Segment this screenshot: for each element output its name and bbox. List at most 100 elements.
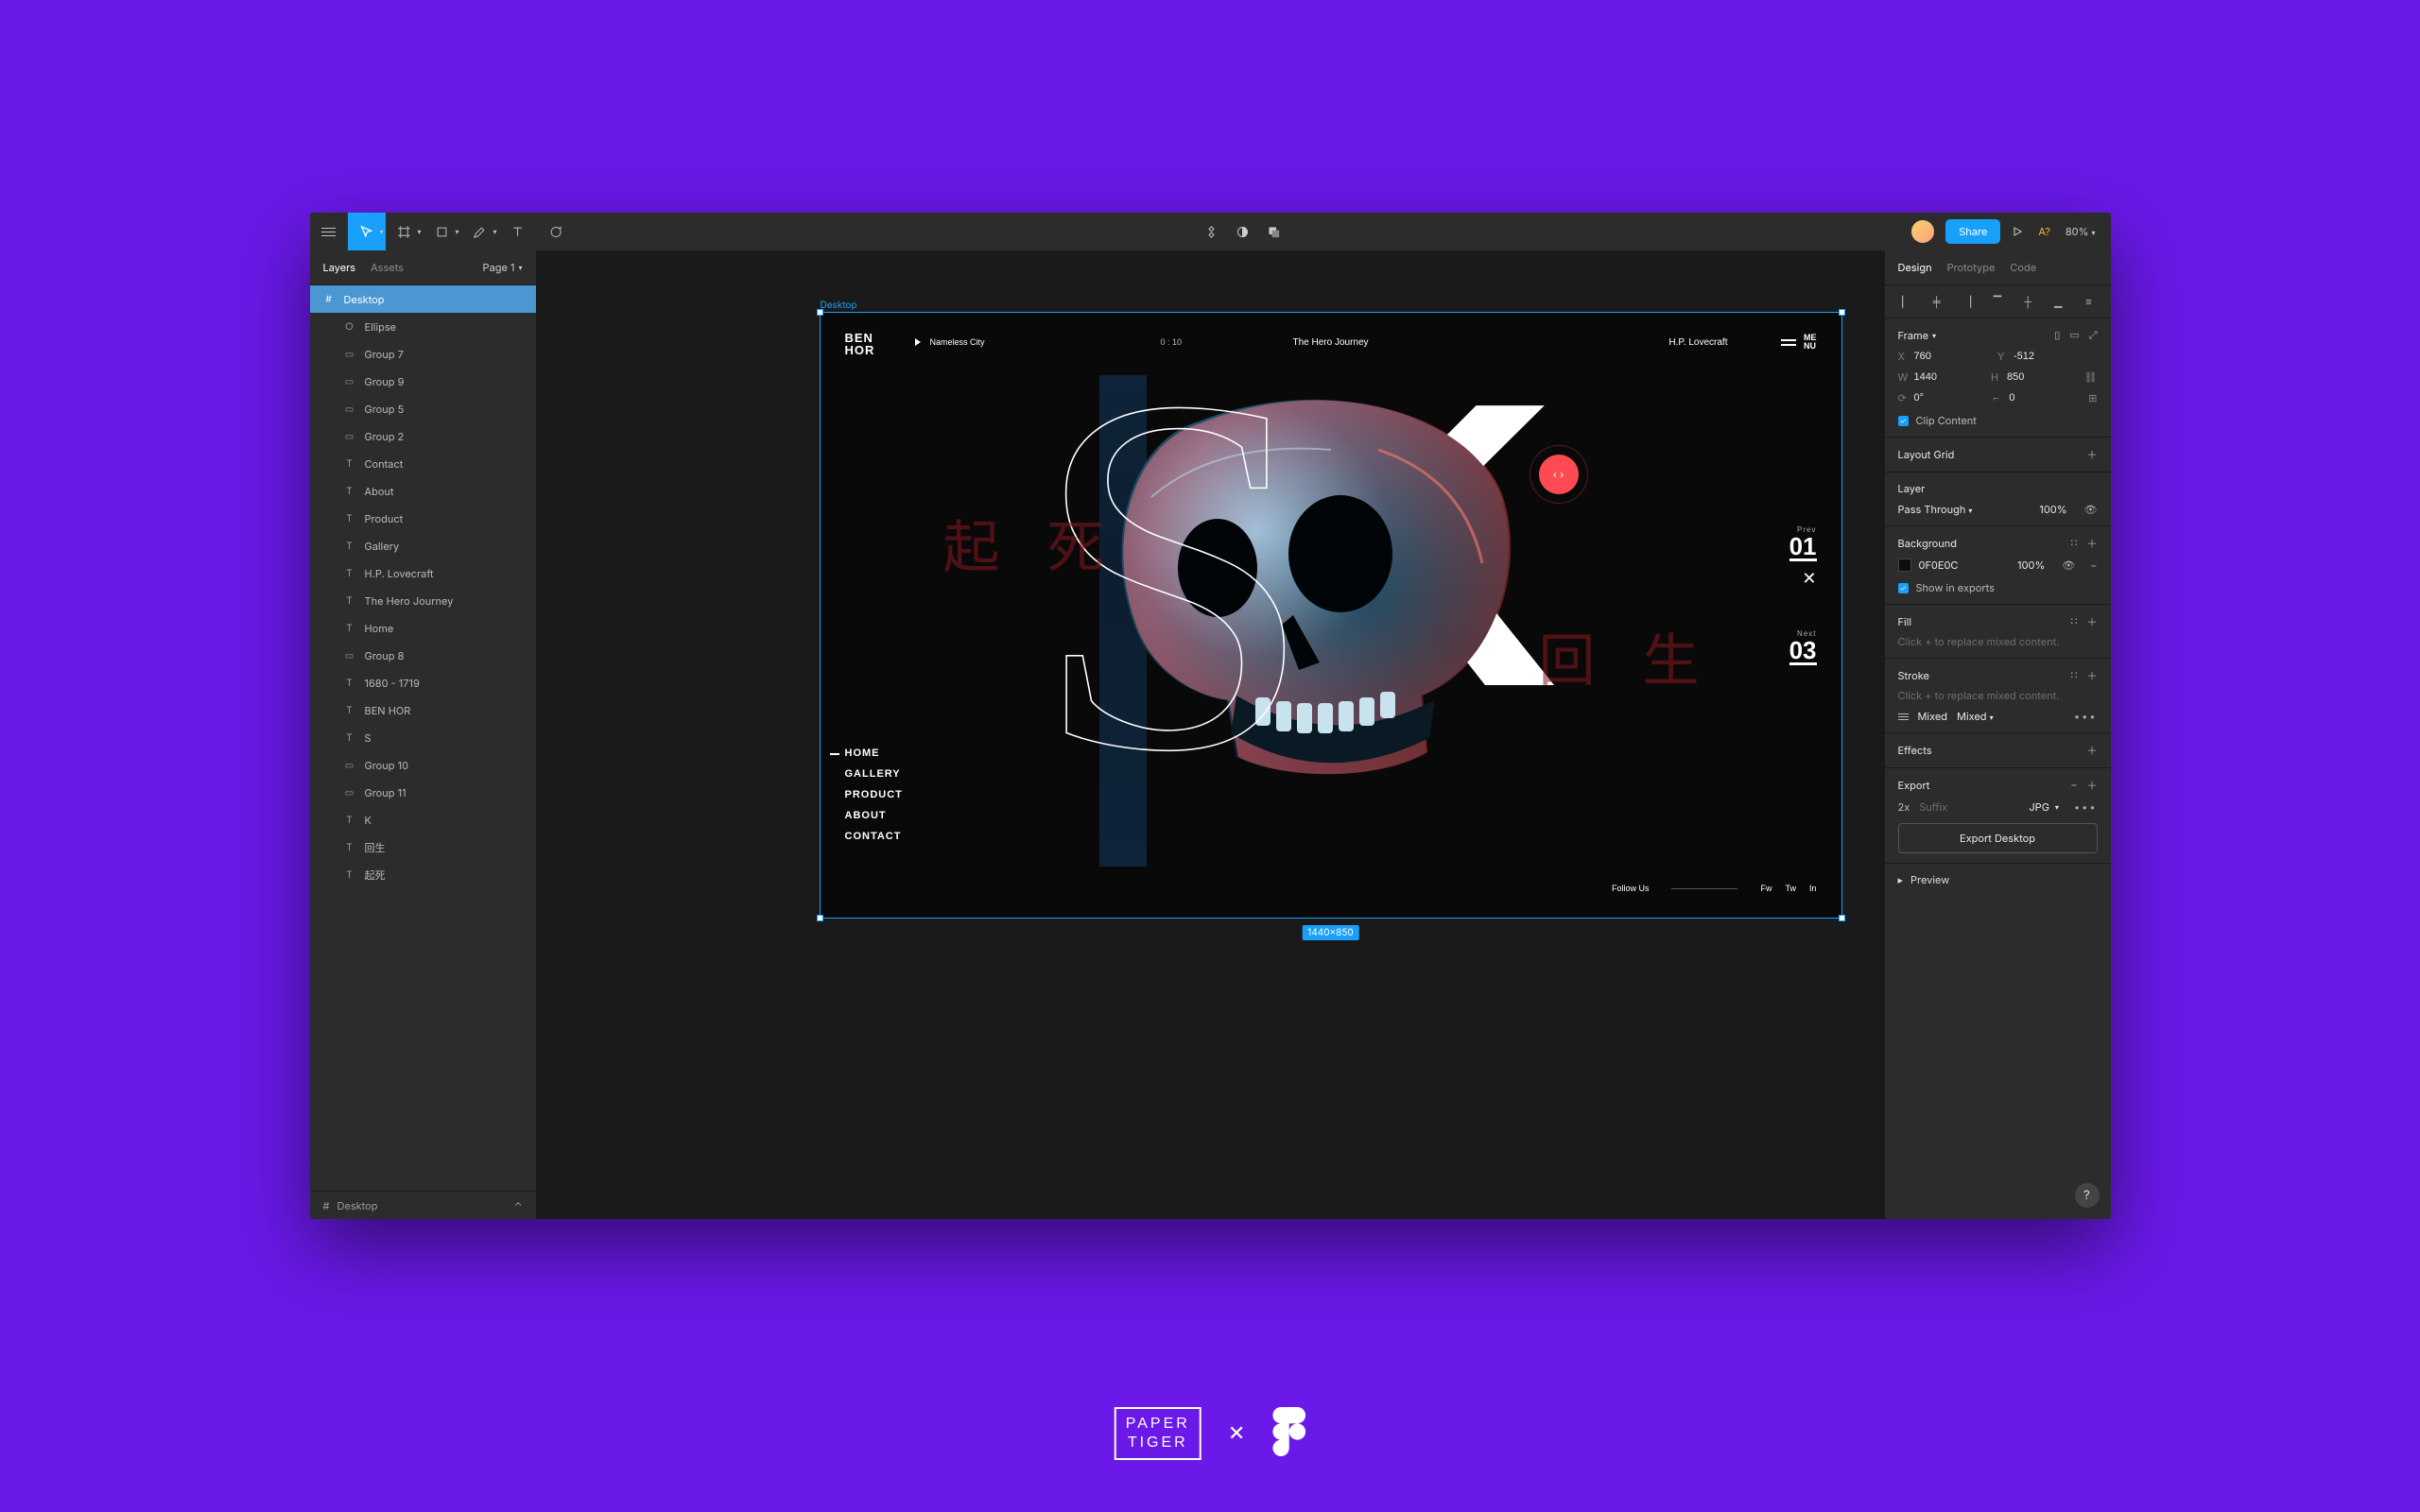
bg-opacity[interactable]: 100% xyxy=(2017,558,2045,572)
clip-content-checkbox[interactable]: ✓ xyxy=(1898,416,1909,426)
fill-styles-icon[interactable]: ∷ xyxy=(2071,614,2078,629)
export-scale[interactable]: 2x xyxy=(1898,800,1910,814)
help-button[interactable]: ? xyxy=(2075,1183,2100,1208)
y-input[interactable] xyxy=(2014,351,2061,362)
layer-group-10[interactable]: ▭Group 10 xyxy=(310,751,536,779)
add-export[interactable]: ＋ xyxy=(2087,778,2098,793)
stroke-advanced[interactable]: ••• xyxy=(2074,710,2098,723)
align-vcenter-icon[interactable]: ┼ xyxy=(2019,293,2036,310)
rotation-input[interactable] xyxy=(1914,392,1962,404)
layer-group-7[interactable]: ▭Group 7 xyxy=(310,340,536,368)
frame-dropdown-icon[interactable]: ▾ xyxy=(1932,331,1936,340)
boolean-icon[interactable] xyxy=(1267,213,1281,250)
layer--[interactable]: T回生 xyxy=(310,833,536,861)
bg-swatch[interactable] xyxy=(1898,558,1911,572)
layer-group-11[interactable]: ▭Group 11 xyxy=(310,779,536,806)
tab-prototype[interactable]: Prototype xyxy=(1947,261,1996,274)
layer-ben-hor[interactable]: TBEN HOR xyxy=(310,696,536,724)
fit-frame-icon[interactable]: ⤢ xyxy=(2089,328,2098,342)
preview-row[interactable]: ▸ Preview xyxy=(1885,864,2111,896)
layer-desktop[interactable]: #Desktop xyxy=(310,285,536,313)
orientation-portrait-icon[interactable]: ▯ xyxy=(2054,328,2060,342)
resize-handle-tr[interactable] xyxy=(1839,309,1845,316)
align-bottom-icon[interactable]: ▁ xyxy=(2049,293,2066,310)
remove-export[interactable]: − xyxy=(2070,778,2077,793)
h-input[interactable] xyxy=(2007,371,2054,383)
constrain-proportions-icon[interactable]: ⛓ xyxy=(2084,370,2098,384)
add-stroke[interactable]: ＋ xyxy=(2087,668,2098,683)
menu-button[interactable] xyxy=(310,213,348,250)
align-right-icon[interactable]: ▕ xyxy=(1959,293,1976,310)
add-layout-grid[interactable]: ＋ xyxy=(2087,447,2098,462)
blend-mode[interactable]: Pass Through ▾ xyxy=(1898,503,1973,516)
present-button[interactable] xyxy=(2012,222,2023,241)
share-button[interactable]: Share xyxy=(1945,219,2000,244)
export-options[interactable]: ••• xyxy=(2074,800,2098,814)
layer--[interactable]: T起死 xyxy=(310,861,536,888)
artboard-selection[interactable]: BENHOR Nameless City 0 : 10 The Hero Jou… xyxy=(821,313,1841,918)
export-suffix[interactable]: Suffix xyxy=(1919,800,1947,814)
layer-gallery[interactable]: TGallery xyxy=(310,532,536,559)
canvas[interactable]: Desktop BENHOR Nameless City 0 : 10 The … xyxy=(537,250,1884,1219)
stroke-styles-icon[interactable]: ∷ xyxy=(2071,668,2078,683)
resize-handle-br[interactable] xyxy=(1839,915,1845,921)
distribute-icon[interactable]: ≡ xyxy=(2080,293,2097,310)
resize-handle-bl[interactable] xyxy=(817,915,823,921)
remove-background[interactable]: − xyxy=(2090,558,2097,572)
zoom-level[interactable]: 80% ▾ xyxy=(2066,225,2096,238)
align-hcenter-icon[interactable]: ╪ xyxy=(1928,293,1945,310)
layers-footer[interactable]: # Desktop ⌃ xyxy=(310,1191,536,1219)
align-left-icon[interactable]: ▏ xyxy=(1898,293,1915,310)
tab-assets[interactable]: Assets xyxy=(371,261,404,274)
bg-hex[interactable]: 0F0E0C xyxy=(1919,558,1959,572)
show-in-exports-checkbox[interactable]: ✓ xyxy=(1898,583,1909,593)
layer-k[interactable]: TK xyxy=(310,806,536,833)
mask-icon[interactable] xyxy=(1236,213,1250,250)
frame-label[interactable]: Desktop xyxy=(821,300,857,311)
radius-input[interactable] xyxy=(2009,392,2056,404)
orientation-landscape-icon[interactable]: ▭ xyxy=(2069,328,2079,342)
add-fill[interactable]: ＋ xyxy=(2087,614,2098,629)
layer-contact[interactable]: TContact xyxy=(310,450,536,477)
layer-ellipse[interactable]: ○Ellipse xyxy=(310,313,536,340)
layer-about[interactable]: TAbout xyxy=(310,477,536,505)
layer-1680-1719[interactable]: T1680 - 1719 xyxy=(310,669,536,696)
text-icon: T xyxy=(344,842,355,853)
layer-s[interactable]: TS xyxy=(310,724,536,751)
independent-corners-icon[interactable]: ⊞ xyxy=(2088,391,2097,404)
visibility-icon[interactable]: 👁 xyxy=(2084,503,2098,516)
layer-home[interactable]: THome xyxy=(310,614,536,642)
add-background[interactable]: ＋ xyxy=(2087,536,2098,551)
layer-h-p-lovecraft[interactable]: TH.P. Lovecraft xyxy=(310,559,536,587)
component-icon[interactable] xyxy=(1204,213,1219,250)
effects-title: Effects xyxy=(1898,744,1932,757)
layer-label: Group 5 xyxy=(365,403,405,416)
export-button[interactable]: Export Desktop xyxy=(1898,823,2098,853)
missing-fonts-badge[interactable]: A? xyxy=(2038,225,2050,238)
bg-styles-icon[interactable]: ∷ xyxy=(2071,536,2078,551)
layer-product[interactable]: TProduct xyxy=(310,505,536,532)
align-top-icon[interactable]: ▔ xyxy=(1989,293,2006,310)
layer-opacity[interactable]: 100% xyxy=(2039,503,2066,516)
export-format[interactable]: JPG▾ xyxy=(2029,800,2059,814)
add-effect[interactable]: ＋ xyxy=(2087,743,2098,758)
text-tool[interactable] xyxy=(499,213,537,250)
stroke-align[interactable]: Mixed ▾ xyxy=(1957,710,1994,723)
layer-the-hero-journey[interactable]: TThe Hero Journey xyxy=(310,587,536,614)
comment-tool[interactable] xyxy=(537,213,575,250)
user-avatar[interactable] xyxy=(1911,220,1934,243)
layer-group-5[interactable]: ▭Group 5 xyxy=(310,395,536,422)
stroke-weight[interactable]: Mixed xyxy=(1918,710,1948,723)
resize-handle-tl[interactable] xyxy=(817,309,823,316)
w-input[interactable] xyxy=(1914,371,1962,383)
layer-group-2[interactable]: ▭Group 2 xyxy=(310,422,536,450)
page-selector[interactable]: Page 1▾ xyxy=(483,261,523,274)
tab-layers[interactable]: Layers xyxy=(323,261,356,274)
tab-code[interactable]: Code xyxy=(2010,261,2036,274)
bg-visibility-icon[interactable]: 👁 xyxy=(2062,558,2075,572)
x-input[interactable] xyxy=(1914,351,1962,362)
tab-design[interactable]: Design xyxy=(1898,261,1932,274)
layer-group-9[interactable]: ▭Group 9 xyxy=(310,368,536,395)
layer-group-8[interactable]: ▭Group 8 xyxy=(310,642,536,669)
collapse-icon[interactable]: ⌃ xyxy=(514,1199,523,1212)
